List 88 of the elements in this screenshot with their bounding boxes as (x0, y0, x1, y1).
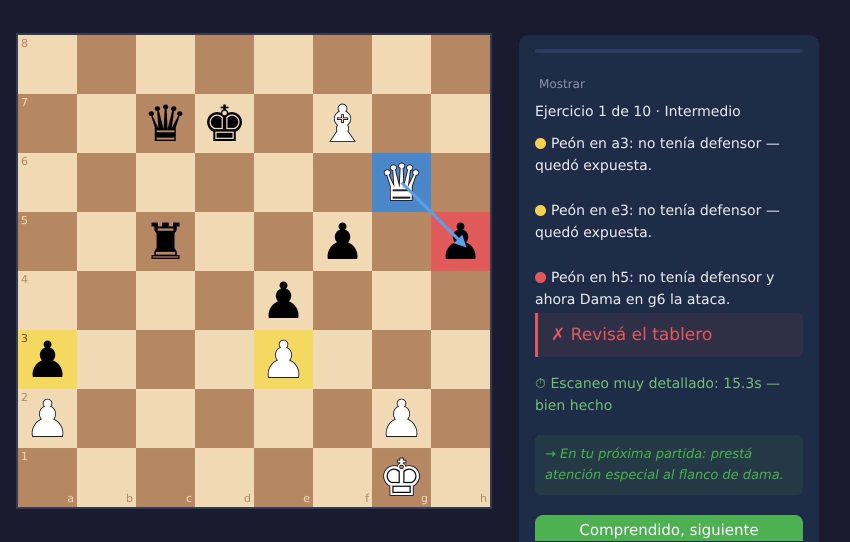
board-square[interactable] (77, 153, 136, 212)
board-square[interactable] (195, 153, 254, 212)
chess-piece-icon[interactable]: ♛ (143, 98, 188, 150)
board-square[interactable]: 6 (18, 153, 77, 212)
board-square[interactable]: h (431, 448, 490, 507)
board-square[interactable] (431, 330, 490, 389)
rank-label: 8 (21, 37, 28, 50)
board-square[interactable] (136, 35, 195, 94)
tip-note: → En tu próxima partida: prestá atención especial al flanco de dama. (535, 435, 803, 495)
board-square[interactable] (77, 35, 136, 94)
board-square[interactable]: b (77, 448, 136, 507)
board-square[interactable] (431, 153, 490, 212)
board-square[interactable]: 1 a (18, 448, 77, 507)
rank-label: 1 (21, 450, 28, 463)
error-alert: ✗ Revisá el tablero (535, 313, 803, 357)
board-square[interactable] (372, 94, 431, 153)
board-square[interactable] (136, 153, 195, 212)
board-square[interactable]: 5 (18, 212, 77, 271)
board-square[interactable] (77, 94, 136, 153)
rank-label: 2 (21, 391, 28, 404)
rank-label: 4 (21, 273, 28, 286)
board-square[interactable] (431, 35, 490, 94)
board-square[interactable] (195, 35, 254, 94)
board-square[interactable] (372, 212, 431, 271)
finding-text: Peón en a3: no tenía defensor — quedó expuesta. (535, 136, 780, 174)
chess-piece-icon[interactable]: ♚ (202, 98, 247, 150)
board-square[interactable] (372, 330, 431, 389)
file-label: e (303, 492, 310, 505)
board-square[interactable] (195, 271, 254, 330)
board-square[interactable] (77, 271, 136, 330)
file-label: b (126, 492, 133, 505)
board-square[interactable] (136, 271, 195, 330)
file-label: a (67, 492, 74, 505)
board-square[interactable] (136, 330, 195, 389)
board-square[interactable]: ♛ (136, 94, 195, 153)
board-square[interactable] (77, 389, 136, 448)
rank-label: 3 (21, 332, 28, 345)
board-square[interactable]: c (136, 448, 195, 507)
board-square[interactable] (313, 35, 372, 94)
board-square[interactable]: ♟ (254, 330, 313, 389)
rank-label: 5 (21, 214, 28, 227)
board-square[interactable] (372, 271, 431, 330)
chess-piece-icon[interactable]: ♟ (261, 274, 306, 326)
chess-piece-icon[interactable]: ♟ (320, 216, 365, 268)
chess-piece-icon[interactable]: ♟ (261, 334, 306, 386)
board-square[interactable]: d (195, 448, 254, 507)
rank-label: 7 (21, 96, 28, 109)
file-label: d (244, 492, 251, 505)
timing-text: ⏱ Escaneo muy detallado: 15.3s — bien hecho (535, 375, 782, 416)
chess-piece-icon[interactable]: ♜ (143, 216, 188, 268)
board-square[interactable] (254, 389, 313, 448)
file-label: g (421, 492, 428, 505)
board-square[interactable]: 7 (18, 94, 77, 153)
board-square[interactable] (372, 35, 431, 94)
board-square[interactable] (431, 389, 490, 448)
board-square[interactable] (254, 35, 313, 94)
file-label: f (365, 492, 369, 505)
finding-text: Peón en h5: no tenía defensor y ahora Dama en g6 la ataca. (535, 270, 774, 308)
board-square[interactable] (313, 153, 372, 212)
board-square[interactable] (313, 330, 372, 389)
board-square[interactable] (195, 389, 254, 448)
file-label: c (186, 492, 192, 505)
continue-button[interactable]: Comprendido, siguiente (535, 515, 803, 541)
exercise-title: Ejercicio 1 de 10 · Intermedio (535, 104, 742, 120)
file-label: h (480, 492, 487, 505)
board-square[interactable]: ♟ (313, 212, 372, 271)
board-square[interactable] (254, 212, 313, 271)
board-square[interactable] (313, 389, 372, 448)
board-square[interactable]: ♟ (254, 271, 313, 330)
board-square[interactable] (77, 212, 136, 271)
board-square[interactable] (195, 212, 254, 271)
board-square[interactable] (195, 330, 254, 389)
board-square[interactable] (313, 271, 372, 330)
show-toggle[interactable]: Mostrar (539, 77, 585, 91)
board-square[interactable] (254, 153, 313, 212)
rank-label: 6 (21, 155, 28, 168)
board-square[interactable]: e (254, 448, 313, 507)
board-square[interactable]: 4 (18, 271, 77, 330)
board-square[interactable]: f (313, 448, 372, 507)
board-square[interactable] (431, 271, 490, 330)
board-square[interactable] (431, 94, 490, 153)
board-square[interactable]: ♚ (195, 94, 254, 153)
board-square[interactable] (136, 389, 195, 448)
board-square[interactable] (77, 330, 136, 389)
finding-text: Peón en e3: no tenía defensor — quedó expuesta. (535, 203, 780, 241)
board-square[interactable]: 8 (18, 35, 77, 94)
board-square[interactable] (254, 94, 313, 153)
board-square[interactable]: ♜ (136, 212, 195, 271)
